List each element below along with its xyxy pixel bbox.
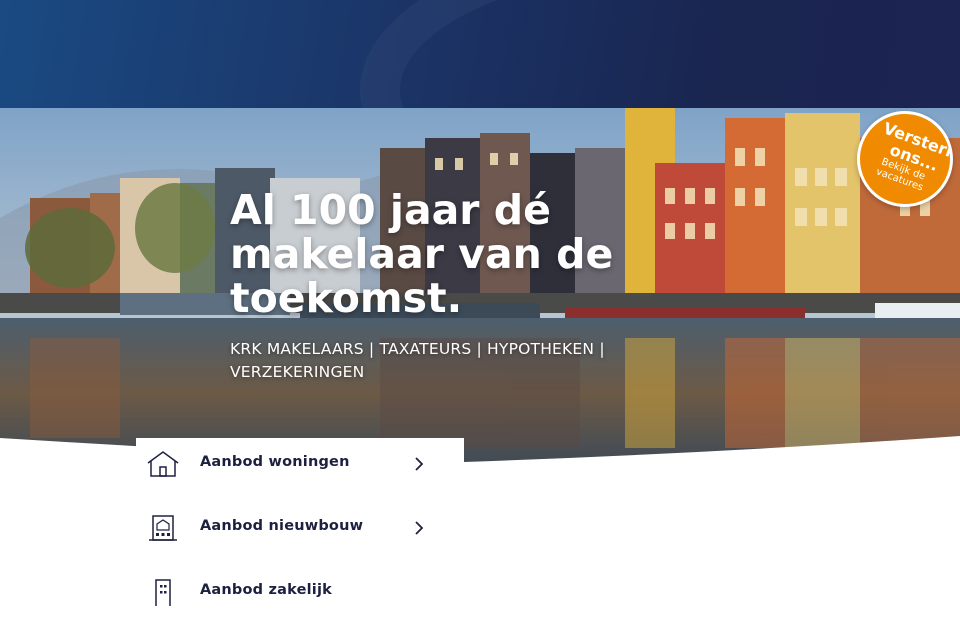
menu-item-woningen[interactable]: Aanbod woningen (136, 438, 464, 490)
listing-menu: Aanbod woningen Aanbod nieuwbouw Aanbod … (136, 438, 464, 606)
menu-item-label: Aanbod woningen (200, 454, 350, 470)
header-swoosh-decoration (360, 0, 960, 108)
chevron-right-icon (415, 521, 424, 535)
menu-item-zakelijk[interactable]: Aanbod zakelijk (136, 566, 464, 618)
house-icon (147, 451, 179, 477)
hero-section: Al 100 jaar dé makelaar van de toekomst.… (0, 108, 960, 468)
office-icon (155, 579, 171, 606)
chevron-right-icon (415, 457, 424, 471)
menu-item-label: Aanbod nieuwbouw (200, 518, 364, 534)
hero-title: Al 100 jaar dé makelaar van de toekomst. (230, 186, 614, 322)
building-icon (149, 515, 177, 541)
hero-subtitle: KRK MAKELAARS | TAXATEURS | HYPOTHEKEN |… (230, 340, 605, 381)
site-header (0, 0, 960, 108)
menu-item-label: Aanbod zakelijk (200, 582, 332, 598)
vacancies-badge[interactable]: Versterk ons... Bekijk de vacatures (857, 111, 953, 207)
menu-item-nieuwbouw[interactable]: Aanbod nieuwbouw (136, 502, 464, 554)
